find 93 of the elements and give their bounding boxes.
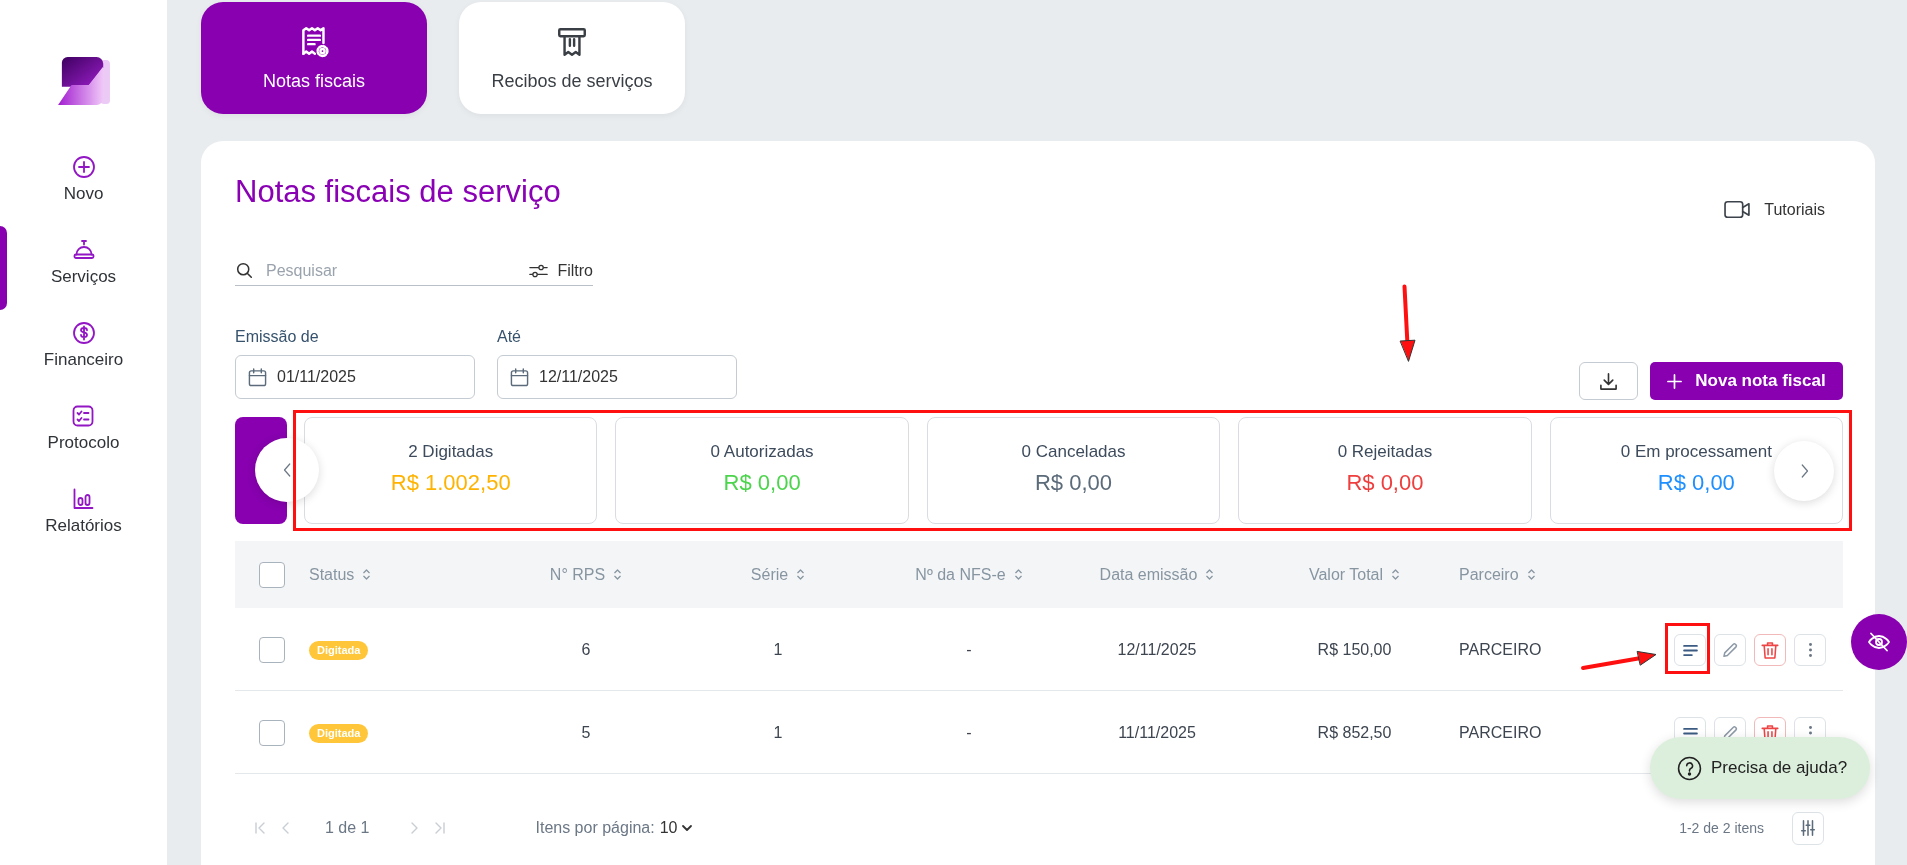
eye-off-icon — [1867, 630, 1891, 654]
download-button[interactable] — [1579, 362, 1638, 400]
tutorials-link[interactable]: Tutoriais — [1724, 200, 1825, 219]
tab[interactable]: Recibos de serviços — [459, 2, 685, 114]
sort-icon — [613, 568, 623, 581]
chevron-right-icon — [1799, 463, 1809, 479]
table-cell: 5 — [581, 724, 591, 742]
dollar-circle-icon — [71, 321, 96, 345]
video-camera-icon — [1724, 200, 1752, 219]
trash-icon — [1761, 641, 1779, 659]
summary-label: 0 Rejeitadas — [1337, 441, 1433, 463]
sort-icon — [1205, 568, 1215, 581]
table-cell: PARCEIRO — [1459, 724, 1542, 742]
sidebar-item[interactable]: Novo — [63, 155, 104, 205]
summary-card[interactable]: 0 Canceladas R$ 0,00 — [926, 417, 1221, 524]
row-checkbox[interactable] — [259, 637, 285, 663]
table-cell: 1 — [773, 724, 783, 742]
table-cell: 12/11/2025 — [1117, 641, 1197, 659]
summary-label: 0 Autorizadas — [710, 441, 814, 463]
sliders-icon — [529, 263, 549, 278]
sidebar-item[interactable]: Financeiro — [43, 321, 124, 371]
sidebar-item[interactable]: Serviços — [50, 238, 117, 288]
plus-icon — [1667, 373, 1683, 389]
table-cell: - — [966, 724, 972, 742]
search-icon — [236, 262, 253, 279]
table-cell: R$ 852,50 — [1317, 724, 1392, 742]
date-field[interactable]: 01/11/2025 — [235, 355, 475, 399]
sidebar-item[interactable]: Protocolo — [47, 404, 120, 454]
table-cell: PARCEIRO — [1459, 641, 1542, 659]
sidebar-item[interactable]: Relatórios — [45, 487, 122, 537]
summary-label: 0 Em processament — [1620, 441, 1772, 463]
summary-amount: R$ 0,00 — [1657, 469, 1735, 496]
sort-icon — [1391, 568, 1401, 581]
table-cell: 6 — [581, 641, 591, 659]
pencil-icon — [1723, 643, 1737, 657]
table-cell: R$ 150,00 — [1317, 641, 1392, 659]
sort-icon — [1013, 568, 1023, 581]
sort-icon — [796, 568, 806, 581]
sort-icon — [1526, 568, 1536, 581]
app-logo — [56, 57, 111, 107]
status-badge: Digitada — [309, 640, 369, 660]
more-vertical-icon — [1808, 643, 1812, 657]
date-field[interactable]: 12/11/2025 — [497, 355, 737, 399]
calendar-icon — [248, 367, 267, 387]
date-label: Emissão de — [235, 327, 320, 347]
chevron-left-icon — [282, 462, 292, 478]
summary-card[interactable]: 0 Em processament R$ 0,00 — [1549, 417, 1844, 524]
question-circle-icon — [1677, 755, 1702, 781]
edit-button[interactable] — [1714, 634, 1746, 666]
row-checkbox[interactable] — [259, 720, 285, 746]
summary-card[interactable]: 0 Rejeitadas R$ 0,00 — [1238, 417, 1532, 524]
sliders-icon — [1799, 819, 1817, 837]
more-button[interactable] — [1794, 634, 1826, 666]
status-badge: Digitada — [309, 723, 369, 743]
summary-label: 0 Canceladas — [1021, 441, 1126, 463]
column-settings-button[interactable] — [1792, 811, 1824, 845]
summary-amount: R$ 0,00 — [723, 469, 801, 496]
summary-amount: R$ 0,00 — [1346, 469, 1424, 496]
plus-circle-icon — [71, 155, 96, 179]
sort-icon — [362, 568, 372, 581]
summary-card[interactable]: 0 Autorizadas R$ 0,00 — [615, 417, 909, 524]
date-label: Até — [497, 327, 522, 347]
per-page-label: Itens por página: — [535, 819, 655, 837]
calendar-icon — [510, 367, 529, 387]
chevron-down-icon — [682, 825, 693, 831]
summary-amount: R$ 0,00 — [1035, 469, 1113, 496]
summary-label: 2 Digitadas — [408, 441, 494, 463]
select-all-checkbox[interactable] — [259, 561, 285, 588]
new-invoice-button[interactable]: Nova nota fiscal — [1650, 362, 1843, 400]
help-chat-toast[interactable]: Precisa de ajuda? — [1650, 737, 1870, 799]
item-range: 1-2 de 2 itens — [1679, 820, 1764, 836]
first-page-icon — [255, 822, 265, 834]
checklist-icon — [71, 404, 96, 428]
next-page-icon — [409, 822, 420, 834]
last-page-icon — [435, 822, 446, 834]
bar-chart-icon — [71, 487, 96, 511]
table-cell: - — [966, 641, 972, 659]
delete-button[interactable] — [1754, 634, 1786, 666]
download-icon — [1599, 371, 1618, 391]
summary-amount: R$ 1.002,50 — [390, 469, 511, 496]
filter-button[interactable]: Filtro — [529, 261, 593, 280]
hide-values-button[interactable] — [1851, 614, 1907, 670]
table-cell: 11/11/2025 — [1118, 724, 1196, 742]
details-button[interactable] — [1674, 634, 1706, 666]
previous-page-icon — [281, 822, 291, 834]
search-field[interactable]: Pesquisar Filtro — [235, 256, 593, 286]
service-bell-icon — [71, 238, 96, 262]
page-indicator: 1 de 1 — [325, 819, 370, 837]
tab[interactable]: Notas fiscais — [201, 2, 427, 114]
page-title: Notas fiscais de serviço — [235, 173, 561, 211]
per-page-select[interactable]: 10 — [659, 819, 693, 837]
table-cell: 1 — [773, 641, 783, 659]
lines-icon — [1682, 644, 1698, 656]
